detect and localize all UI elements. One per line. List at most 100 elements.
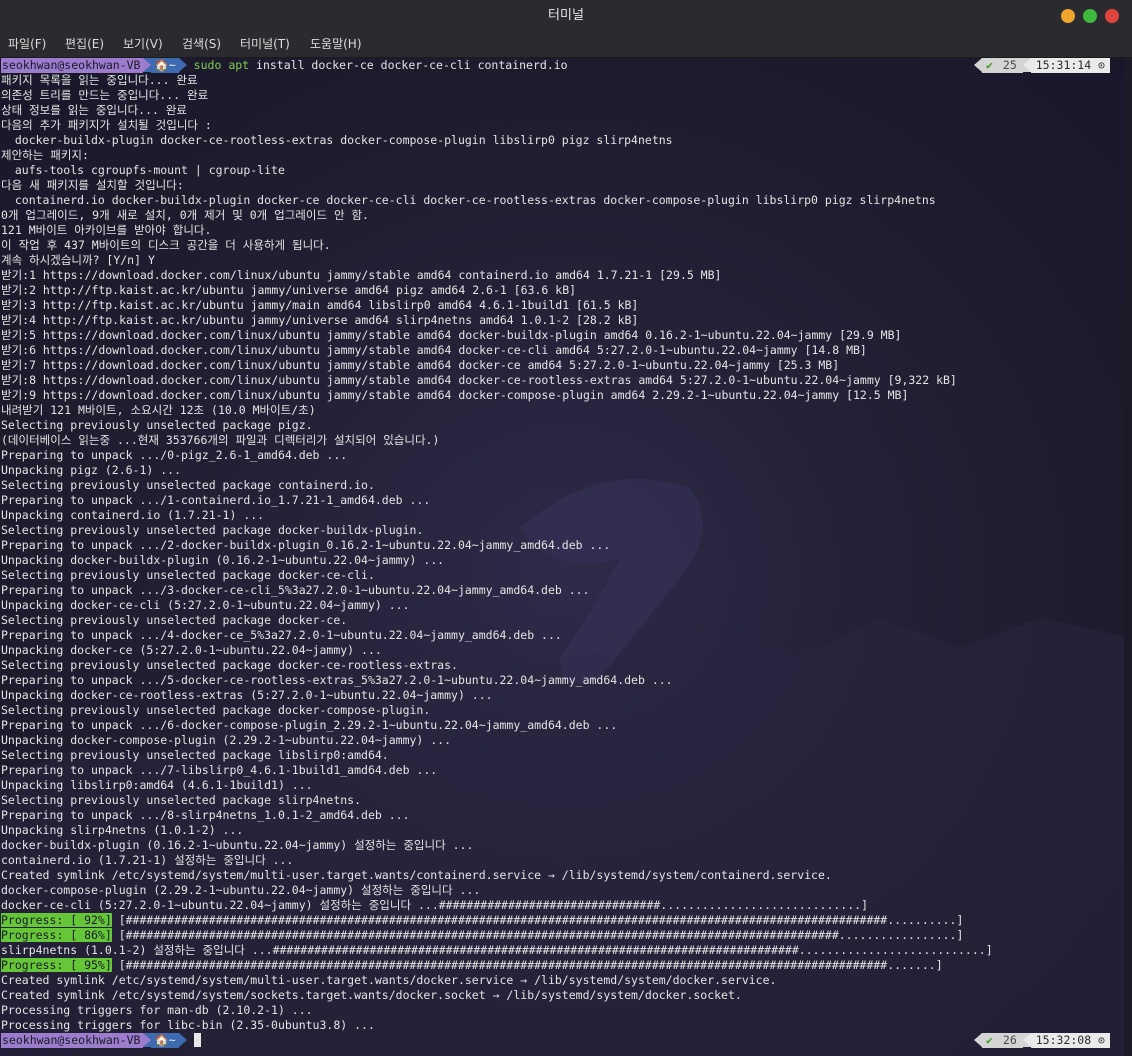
output-line: Unpacking pigz (2.6-1) ... (1, 463, 182, 477)
prompt-separator (973, 58, 982, 72)
output-line: Unpacking libslirp0:amd64 (4.6.1-1build1… (1, 778, 313, 792)
output-line: Created symlink /etc/systemd/system/sock… (1, 988, 742, 1002)
menu-search[interactable]: 검색(S) (182, 32, 221, 57)
output-line: Selecting previously unselected package … (1, 568, 375, 582)
output-line: 0개 업그레이드, 9개 새로 설치, 0개 제거 및 0개 업그레이드 안 함… (1, 208, 369, 222)
output-line: 받기:2 http://ftp.kaist.ac.kr/ubuntu jammy… (1, 283, 577, 297)
output-line: aufs-tools cgroupfs-mount | cgroup-lite (1, 163, 285, 177)
output-line: 받기:4 http://ftp.kaist.ac.kr/ubuntu jammy… (1, 313, 639, 327)
output-line: docker-buildx-plugin docker-ce-rootless-… (1, 133, 673, 147)
output-line: Created symlink /etc/systemd/system/mult… (1, 868, 832, 882)
output-line: Processing triggers for libc-bin (2.35-0… (1, 1018, 375, 1032)
terminal-window: 터미널 파일(F) 편집(E) 보기(V) 검색(S) 터미널(T) 도움말(H… (0, 0, 1132, 1056)
minimize-button[interactable] (1061, 9, 1075, 23)
right-prompt-1: ✔ 25 15:31:14 ⊙ (973, 58, 1110, 73)
output-line: 패키지 목록을 읽는 중입니다... 완료 (1, 73, 198, 87)
title-bar[interactable]: 터미널 (0, 0, 1132, 32)
output-line: Progress: [ 92%] [######################… (1, 913, 993, 928)
output-line: Selecting previously unselected package … (1, 793, 362, 807)
output-line: Unpacking containerd.io (1.7.21-1) ... (1, 508, 265, 522)
text-cursor[interactable] (193, 1033, 201, 1047)
output-line: Preparing to unpack .../4-docker-ce_5%3a… (1, 628, 562, 642)
prompt-directory: 🏠~ (151, 58, 179, 73)
terminal-output: seokhwan@seokhwan-VB 🏠~ sudo apt install … (1, 58, 993, 1048)
menu-view[interactable]: 보기(V) (123, 32, 163, 57)
output-line: 121 M바이트 아카이브를 받아야 합니다. (1, 223, 212, 237)
prompt-separator (973, 1033, 982, 1047)
output-line: Preparing to unpack .../1-containerd.io_… (1, 493, 431, 507)
output-line: 다음의 추가 패키지가 설치될 것입니다 : (1, 118, 212, 132)
output-line: 이 작업 후 437 M바이트의 디스크 공간을 더 사용하게 됩니다. (1, 238, 331, 252)
history-number: 25 (996, 58, 1023, 73)
output-line: Selecting previously unselected package … (1, 478, 375, 492)
output-line: docker-buildx-plugin (0.16.2-1~ubuntu.22… (1, 838, 474, 852)
history-number: 26 (996, 1033, 1023, 1048)
prompt-separator (178, 1033, 187, 1047)
output-line: 받기:9 https://download.docker.com/linux/u… (1, 388, 909, 402)
output-line: Selecting previously unselected package … (1, 418, 313, 432)
status-ok-icon: ✔ (981, 58, 997, 73)
prompt-user: seokhwan@seokhwan-VB (1, 1033, 144, 1048)
output-line: 받기:8 https://download.docker.com/linux/u… (1, 373, 957, 387)
window-title: 터미널 (548, 8, 584, 23)
prompt-separator (1022, 58, 1031, 72)
terminal-content[interactable]: seokhwan@seokhwan-VB 🏠~ sudo apt install … (0, 58, 1132, 1056)
output-line: Processing triggers for man-db (2.10.2-1… (1, 1003, 313, 1017)
prompt-line-1: seokhwan@seokhwan-VB 🏠~ sudo apt install … (1, 58, 993, 73)
command-sudo: sudo (193, 58, 222, 72)
right-prompt-2: ✔ 26 15:32:08 ⊙ (973, 1033, 1110, 1048)
prompt-separator (1022, 1033, 1031, 1047)
output-line: Preparing to unpack .../5-docker-ce-root… (1, 673, 673, 687)
output-line: (데이터베이스 읽는중 ...현재 353766개의 파일과 디렉터리가 설치되… (1, 433, 440, 447)
progress-label: Progress: [ 95%] (1, 958, 112, 972)
prompt-separator (178, 58, 187, 72)
output-line: Preparing to unpack .../6-docker-compose… (1, 718, 618, 732)
output-line: Preparing to unpack .../7-libslirp0_4.6.… (1, 763, 438, 777)
menu-edit[interactable]: 편집(E) (65, 32, 104, 57)
maximize-button[interactable] (1083, 9, 1097, 23)
command-args: install docker-ce docker-ce-cli containe… (256, 58, 568, 72)
output-line: 받기:5 https://download.docker.com/linux/u… (1, 328, 902, 342)
output-line: Unpacking docker-ce-cli (5:27.2.0-1~ubun… (1, 598, 410, 612)
prompt-separator (143, 58, 152, 72)
output-line: Preparing to unpack .../0-pigz_2.6-1_amd… (1, 448, 348, 462)
output-line: slirp4netns (1.0.1-2) 설정하는 중입니다 ...#####… (1, 943, 993, 957)
prompt-line-2[interactable]: seokhwan@seokhwan-VB 🏠~ (1, 1033, 993, 1048)
menu-file[interactable]: 파일(F) (8, 32, 46, 57)
progress-label: Progress: [ 92%] (1, 913, 112, 927)
output-line: Progress: [ 95%] [######################… (1, 958, 993, 973)
output-line: Unpacking slirp4netns (1.0.1-2) ... (1, 823, 244, 837)
scrollbar[interactable] (1124, 58, 1132, 1056)
progress-bar: [#######################################… (111, 958, 943, 972)
output-line: Preparing to unpack .../8-slirp4netns_1.… (1, 808, 410, 822)
progress-bar: [#######################################… (111, 928, 964, 942)
output-line: containerd.io docker-buildx-plugin docke… (1, 193, 936, 207)
output-line: Unpacking docker-ce (5:27.2.0-1~ubuntu.2… (1, 643, 382, 657)
close-button[interactable] (1105, 9, 1119, 23)
output-line: 계속 하시겠습니까? [Y/n] Y (1, 253, 155, 267)
output-line: Progress: [ 86%] [######################… (1, 928, 993, 943)
output-line: Unpacking docker-ce-rootless-extras (5:2… (1, 688, 493, 702)
menu-bar: 파일(F) 편집(E) 보기(V) 검색(S) 터미널(T) 도움말(H) (0, 32, 1132, 58)
output-line: Selecting previously unselected package … (1, 658, 458, 672)
output-line: containerd.io (1.7.21-1) 설정하는 중입니다 ... (1, 853, 294, 867)
output-line: Preparing to unpack .../2-docker-buildx-… (1, 538, 611, 552)
output-line: 받기:1 https://download.docker.com/linux/u… (1, 268, 722, 282)
output-line: Selecting previously unselected package … (1, 748, 389, 762)
output-line: Preparing to unpack .../3-docker-ce-cli_… (1, 583, 590, 597)
progress-bar: [#######################################… (111, 913, 964, 927)
menu-terminal[interactable]: 터미널(T) (240, 32, 290, 57)
output-line: Unpacking docker-compose-plugin (2.29.2-… (1, 733, 452, 747)
output-line: Selecting previously unselected package … (1, 703, 431, 717)
menu-help[interactable]: 도움말(H) (310, 32, 362, 57)
prompt-user: seokhwan@seokhwan-VB (1, 58, 144, 73)
prompt-time: 15:32:08 ⊙ (1030, 1033, 1110, 1048)
status-ok-icon: ✔ (981, 1033, 997, 1048)
prompt-time: 15:31:14 ⊙ (1030, 58, 1110, 73)
output-line: 다음 새 패키지를 설치할 것입니다: (1, 178, 184, 192)
output-line: Selecting previously unselected package … (1, 523, 424, 537)
command-apt: apt (228, 58, 250, 72)
output-line: Selecting previously unselected package … (1, 613, 348, 627)
prompt-directory: 🏠~ (151, 1033, 179, 1048)
output-line: Unpacking docker-buildx-plugin (0.16.2-1… (1, 553, 445, 567)
